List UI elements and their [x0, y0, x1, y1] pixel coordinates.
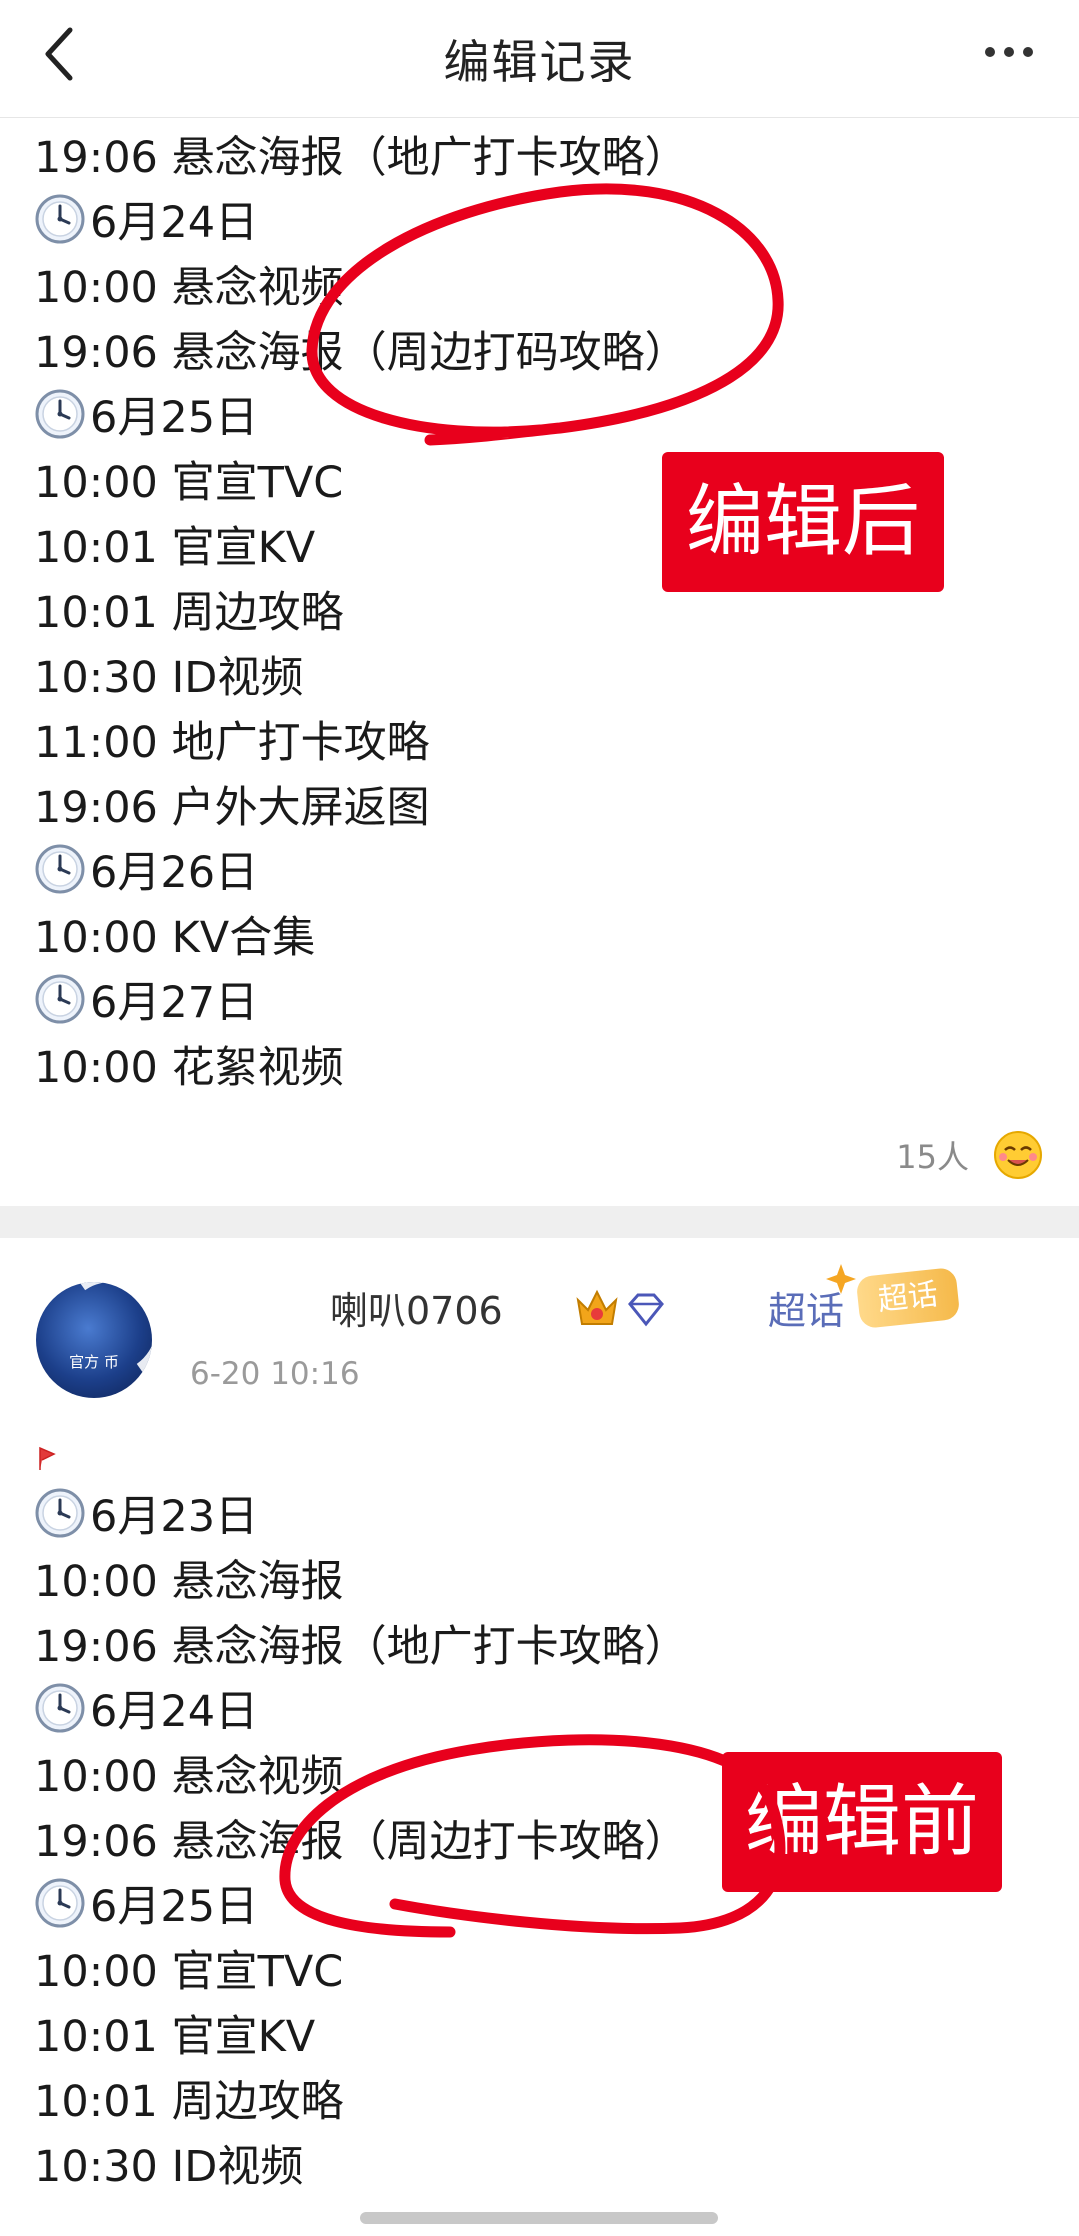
date-heading: 6月25日: [34, 386, 688, 451]
page-title: 编辑记录: [443, 35, 636, 89]
schedule-line: 10:00 官宣TVC: [34, 451, 688, 516]
nav-bar: 编辑记录: [0, 0, 1079, 118]
schedule-line: 10:01 周边攻略: [34, 581, 688, 646]
avatar[interactable]: 官方 币: [36, 1282, 152, 1398]
home-indicator[interactable]: [360, 2212, 718, 2224]
schedule-line: 10:30 ID视频: [34, 2135, 688, 2200]
line-text: 19:06 悬念海报（地广打卡攻略）: [34, 1622, 688, 1672]
line-text: 10:00 KV合集: [34, 913, 316, 963]
line-text: 10:01 官宣KV: [34, 523, 316, 573]
schedule-line: 10:30 ID视频: [34, 646, 688, 711]
more-dots-icon: [985, 47, 995, 57]
schedule-line: 10:00 悬念视频: [34, 1745, 688, 1810]
line-text: 10:01 周边攻略: [34, 2077, 344, 2127]
schedule-line: 10:00 官宣TVC: [34, 1940, 688, 2005]
date-heading: 6月23日: [34, 1485, 688, 1550]
clock-icon: [35, 389, 85, 439]
like-row: 15人: [896, 1130, 1043, 1180]
schedule-line: 10:00 悬念视频: [34, 256, 688, 321]
author-name[interactable]: 喇叭0706: [330, 1280, 503, 1335]
line-text: 10:01 官宣KV: [34, 2012, 316, 2062]
date-heading: 6月24日: [34, 191, 688, 256]
line-text: 6月26日: [90, 848, 259, 898]
clock-icon: [35, 974, 85, 1024]
schedule-line: 10:00 花絮视频: [34, 1036, 688, 1101]
date-heading: 6月27日: [34, 971, 688, 1036]
supertopic-badge: 超话: [855, 1266, 961, 1330]
avatar-label: 官方 币: [69, 1353, 119, 1371]
line-text: 10:30 ID视频: [34, 2142, 304, 2192]
line-text: 10:00 花絮视频: [34, 1043, 344, 1093]
line-text: 10:00 官宣TVC: [34, 1947, 344, 1997]
line-text: 6月25日: [90, 1882, 259, 1932]
line-text: 19:06 悬念海报（周边打卡攻略）: [34, 1817, 688, 1867]
annotation-before-label: 编辑前: [722, 1752, 1002, 1892]
date-heading: 6月26日: [34, 841, 688, 906]
emoji-icon[interactable]: [993, 1130, 1043, 1180]
line-text: 19:06 悬念海报（周边打码攻略）: [34, 328, 688, 378]
schedule-line: 19:06 户外大屏返图: [34, 776, 688, 841]
post-time: 6-20 10:16: [190, 1356, 360, 1392]
date-heading: 6月25日: [34, 1875, 688, 1940]
line-text: 10:00 悬念视频: [34, 263, 344, 313]
line-text: 6月24日: [90, 1687, 259, 1737]
like-count[interactable]: 15人: [896, 1132, 969, 1178]
flag-icon: [39, 1446, 56, 1470]
line-text: 10:00 官宣TVC: [34, 458, 344, 508]
schedule-line: 19:06 悬念海报（周边打码攻略）: [34, 321, 688, 386]
schedule-line: 19:06 悬念海报（地广打卡攻略）: [34, 126, 688, 191]
after-post-content: 19:06 悬念海报（地广打卡攻略） 6月24日 10:00 悬念视频 19:06 悬…: [34, 126, 688, 1101]
line-text: 6月27日: [90, 978, 259, 1028]
schedule-line: 10:00 悬念海报: [34, 1550, 688, 1615]
diamond-icon: [628, 1293, 664, 1327]
line-text: 10:30 ID视频: [34, 653, 304, 703]
crown-icon: [576, 1289, 618, 1325]
schedule-line: 10:01 官宣KV: [34, 516, 688, 581]
clock-icon: [35, 194, 85, 244]
schedule-line: 10:01 周边攻略: [34, 2070, 688, 2135]
schedule-line: 10:01 官宣KV: [34, 2005, 688, 2070]
line-text: 19:06 悬念海报（地广打卡攻略）: [34, 133, 688, 183]
clock-icon: [35, 1683, 85, 1733]
before-post-content: 6月23日 10:00 悬念海报 19:06 悬念海报（地广打卡攻略） 6月24日 10…: [34, 1485, 688, 2200]
line-text: 10:01 周边攻略: [34, 588, 344, 638]
line-text: 6月24日: [90, 198, 259, 248]
supertopic-link[interactable]: 超话: [768, 1280, 844, 1335]
line-text: 10:00 悬念视频: [34, 1752, 344, 1802]
clock-icon: [35, 844, 85, 894]
line-text: 6月23日: [90, 1492, 259, 1542]
clock-icon: [35, 1488, 85, 1538]
schedule-line: 11:00 地广打卡攻略: [34, 711, 688, 776]
annotation-after-label: 编辑后: [662, 452, 944, 592]
line-text: 19:06 户外大屏返图: [34, 783, 430, 833]
clock-icon: [35, 1878, 85, 1928]
section-divider: [0, 1206, 1079, 1238]
schedule-line: 19:06 悬念海报（地广打卡攻略）: [34, 1615, 688, 1680]
line-text: 10:00 悬念海报: [34, 1557, 344, 1607]
more-button[interactable]: [969, 30, 1049, 74]
schedule-line: 10:00 KV合集: [34, 906, 688, 971]
line-text: 11:00 地广打卡攻略: [34, 718, 430, 768]
line-text: 6月25日: [90, 393, 259, 443]
schedule-line: 19:06 悬念海报（周边打卡攻略）: [34, 1810, 688, 1875]
date-heading: 6月24日: [34, 1680, 688, 1745]
